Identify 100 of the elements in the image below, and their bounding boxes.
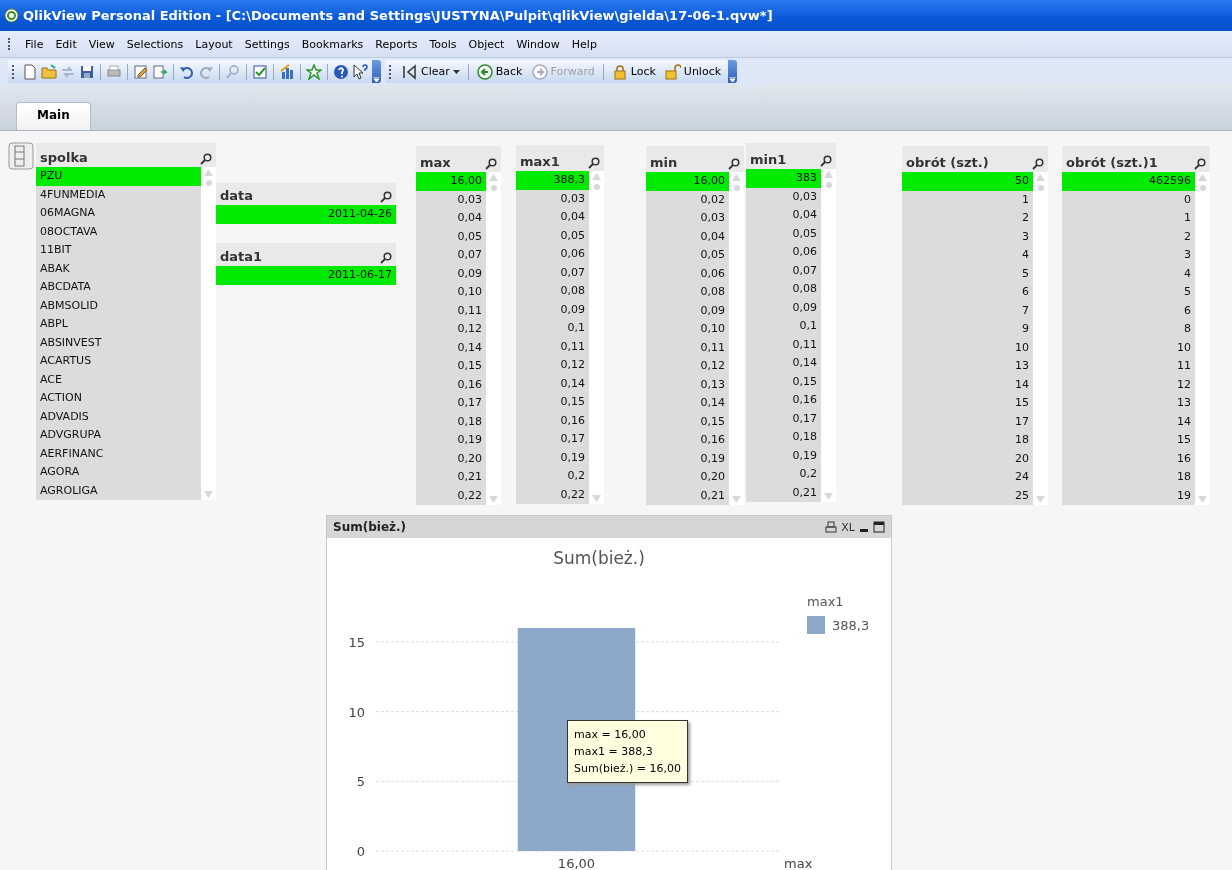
list-value[interactable]: 0,04: [746, 206, 821, 225]
list-value[interactable]: 383: [746, 169, 821, 188]
list-value[interactable]: 10: [902, 338, 1033, 357]
list-value[interactable]: ABMSOLID: [36, 296, 201, 315]
list-value[interactable]: 5: [1062, 283, 1195, 302]
list-value[interactable]: 10: [1062, 338, 1195, 357]
list-value[interactable]: ABAK: [36, 259, 201, 278]
list-value[interactable]: 11: [1062, 357, 1195, 376]
list-value[interactable]: 6: [1062, 301, 1195, 320]
list-value[interactable]: ABSINVEST: [36, 333, 201, 352]
list-value[interactable]: 0,15: [516, 393, 589, 412]
list-value[interactable]: 1: [1062, 209, 1195, 228]
list-value[interactable]: 0,05: [746, 224, 821, 243]
list-value[interactable]: 0,14: [416, 338, 486, 357]
list-value[interactable]: 0,09: [646, 301, 729, 320]
list-value[interactable]: AGORA: [36, 463, 201, 482]
list-value[interactable]: 0,21: [646, 486, 729, 505]
list-value[interactable]: ABPL: [36, 315, 201, 334]
list-value[interactable]: 13: [902, 357, 1033, 376]
list-value[interactable]: 4: [1062, 264, 1195, 283]
list-value[interactable]: 24: [902, 468, 1033, 487]
list-value[interactable]: 0,16: [746, 391, 821, 410]
list-value[interactable]: 0,1: [516, 319, 589, 338]
list-value[interactable]: 20: [902, 449, 1033, 468]
list-value[interactable]: 0,16: [646, 431, 729, 450]
list-value[interactable]: 0: [1062, 190, 1195, 209]
list-value[interactable]: AGROLIGA: [36, 481, 201, 500]
menu-item[interactable]: Bookmarks: [296, 35, 369, 53]
list-value[interactable]: 12: [1062, 375, 1195, 394]
list-value[interactable]: 0,16: [416, 375, 486, 394]
list-value[interactable]: 0,14: [746, 354, 821, 373]
menu-item[interactable]: View: [83, 35, 120, 53]
menu-item[interactable]: Tools: [424, 35, 462, 53]
list-value[interactable]: 0,03: [646, 209, 729, 228]
printer-icon[interactable]: [825, 521, 838, 533]
list-value[interactable]: 0,20: [416, 449, 486, 468]
list-value[interactable]: 0,03: [416, 190, 486, 209]
list-value[interactable]: 0,18: [416, 412, 486, 431]
excel-button[interactable]: XL: [841, 520, 855, 534]
list-value[interactable]: 0,16: [516, 411, 589, 430]
help-icon[interactable]: [333, 63, 349, 80]
lock-button[interactable]: Lock: [608, 62, 659, 81]
list-value[interactable]: 0,17: [746, 409, 821, 428]
menu-item[interactable]: Window: [511, 35, 565, 53]
search-icon[interactable]: [200, 153, 212, 165]
page-icon[interactable]: [152, 63, 168, 80]
list-value[interactable]: 0,08: [746, 280, 821, 299]
list-value[interactable]: 50: [902, 172, 1033, 191]
folder-icon[interactable]: [41, 63, 57, 80]
sheet-tab[interactable]: Main: [16, 102, 91, 130]
list-value[interactable]: ADVGRUPA: [36, 426, 201, 445]
list-value[interactable]: 15: [1062, 431, 1195, 450]
list-value[interactable]: 15: [902, 394, 1033, 413]
list-value[interactable]: 0,15: [416, 357, 486, 376]
search-icon[interactable]: [588, 157, 600, 169]
floppy-icon[interactable]: [79, 63, 95, 80]
list-value[interactable]: 0,07: [746, 261, 821, 280]
list-value[interactable]: 0,11: [646, 338, 729, 357]
list-value[interactable]: 0,15: [746, 372, 821, 391]
list-value[interactable]: 0,02: [646, 190, 729, 209]
list-value[interactable]: 3: [1062, 246, 1195, 265]
list-value[interactable]: 0,07: [416, 246, 486, 265]
list-value[interactable]: 16,00: [646, 172, 729, 191]
list-value[interactable]: 1: [902, 190, 1033, 209]
search-icon[interactable]: [1032, 158, 1044, 170]
search-icon[interactable]: [380, 252, 392, 264]
list-value[interactable]: 0,04: [416, 209, 486, 228]
list-value[interactable]: 0,12: [646, 357, 729, 376]
list-value[interactable]: 06MAGNA: [36, 204, 201, 223]
menu-item[interactable]: Settings: [239, 35, 295, 53]
list-value[interactable]: 0,20: [646, 468, 729, 487]
list-value[interactable]: 0,04: [646, 227, 729, 246]
list-value[interactable]: 3: [902, 227, 1033, 246]
list-value[interactable]: 0,06: [516, 245, 589, 264]
pencil-icon[interactable]: [133, 63, 149, 80]
list-value[interactable]: 0,03: [516, 189, 589, 208]
list-value[interactable]: 16,00: [416, 172, 486, 191]
list-value[interactable]: 18: [902, 431, 1033, 450]
menu-item[interactable]: Reports: [370, 35, 423, 53]
search-icon[interactable]: [1194, 158, 1206, 170]
search-icon[interactable]: [485, 158, 497, 170]
list-value[interactable]: 0,05: [516, 226, 589, 245]
list-value[interactable]: 0,03: [746, 187, 821, 206]
list-value[interactable]: 0,07: [516, 263, 589, 282]
list-value[interactable]: 0,17: [516, 430, 589, 449]
list-value[interactable]: 0,19: [646, 449, 729, 468]
list-value[interactable]: 7: [902, 301, 1033, 320]
maximize-icon[interactable]: [873, 521, 885, 533]
printer-icon[interactable]: [106, 63, 122, 80]
list-value[interactable]: ABCDATA: [36, 278, 201, 297]
menu-item[interactable]: Help: [566, 35, 602, 53]
menu-item[interactable]: Object: [463, 35, 510, 53]
list-value[interactable]: 0,19: [746, 446, 821, 465]
list-value[interactable]: 0,21: [416, 468, 486, 487]
list-value[interactable]: 0,09: [746, 298, 821, 317]
search-icon[interactable]: [820, 155, 832, 167]
list-value[interactable]: 5: [902, 264, 1033, 283]
list-value[interactable]: 0,08: [646, 283, 729, 302]
list-value[interactable]: 6: [902, 283, 1033, 302]
search-icon[interactable]: [728, 158, 740, 170]
